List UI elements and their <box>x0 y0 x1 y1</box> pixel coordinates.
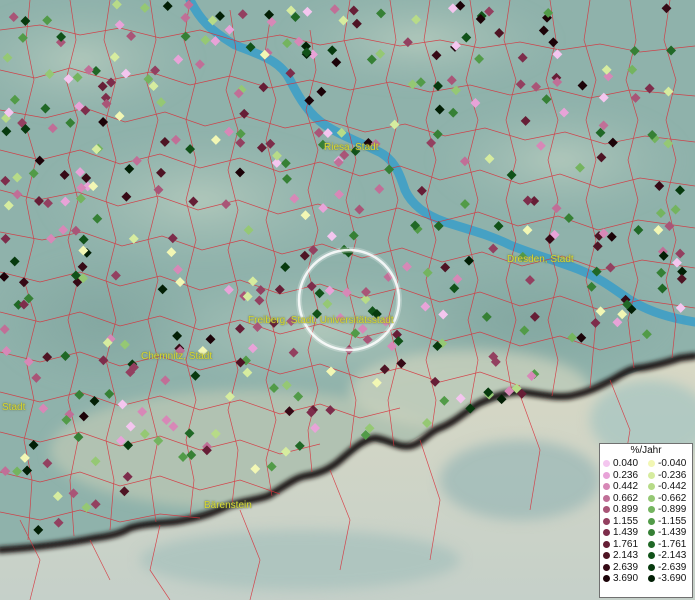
legend-swatch-negative <box>648 506 655 513</box>
legend-swatch-negative <box>648 540 655 548</box>
legend-value-positive: 2.143 <box>613 550 639 561</box>
legend-value-negative: -1.761 <box>658 538 687 550</box>
legend-value-positive: 1.155 <box>613 515 639 527</box>
legend-value-positive: 0.662 <box>613 492 639 504</box>
legend-row: 0.442 -0.442 <box>600 481 694 493</box>
legend-value-positive: 0.040 <box>613 458 639 469</box>
legend-row: 1.761 -1.761 <box>600 539 694 551</box>
legend-swatch-positive <box>603 540 610 548</box>
legend-swatch-positive <box>603 471 610 479</box>
legend-value-negative: -0.662 <box>658 492 687 504</box>
legend-value-negative: -1.155 <box>658 515 687 527</box>
legend-swatch-negative <box>648 575 655 582</box>
legend-swatch-negative <box>648 494 655 502</box>
legend-value-positive: 0.899 <box>613 504 639 515</box>
legend: %/Jahr 0.040 -0.040 0.236 -0.236 0.442 -0.442… <box>599 443 693 598</box>
legend-value-positive: 0.442 <box>613 481 639 492</box>
legend-row: 1.155 -1.155 <box>600 516 694 528</box>
city-label-chemnitz: Chemnitz, Stadt <box>141 351 213 362</box>
legend-unit: %/Jahr <box>630 445 662 456</box>
legend-swatch-positive <box>603 529 610 536</box>
legend-value-negative: -0.040 <box>658 458 687 469</box>
legend-rows: 0.040 -0.040 0.236 -0.236 0.442 -0.442 0.662 -0… <box>600 458 694 585</box>
city-label-freiberg: Freiberg, Stadt, Universitätsstadt <box>248 315 394 326</box>
city-label-riesa: Riesa, Stadt <box>324 142 379 153</box>
legend-row: 0.662 -0.662 <box>600 493 694 505</box>
legend-value-positive: 1.439 <box>613 527 639 538</box>
legend-value-positive: 3.690 <box>613 573 639 584</box>
legend-value-negative: -0.899 <box>658 504 687 515</box>
legend-row: 2.639 -2.639 <box>600 562 694 574</box>
legend-swatch-positive <box>603 506 610 513</box>
legend-swatch-positive <box>603 517 610 525</box>
legend-row: 1.439 -1.439 <box>600 527 694 539</box>
legend-value-negative: -1.439 <box>658 527 687 538</box>
legend-swatch-positive <box>603 483 610 490</box>
city-label-stadt: Stadt <box>2 402 26 413</box>
legend-value-negative: -0.236 <box>658 469 687 481</box>
legend-swatch-negative <box>648 529 655 536</box>
legend-row: 3.690 -3.690 <box>600 573 694 585</box>
legend-swatch-positive <box>603 494 610 502</box>
legend-value-positive: 1.761 <box>613 538 639 550</box>
legend-value-negative: -0.442 <box>658 481 687 492</box>
legend-value-negative: -3.690 <box>658 573 687 584</box>
legend-swatch-positive <box>603 575 610 582</box>
legend-swatch-positive <box>603 563 610 571</box>
legend-value-negative: -2.143 <box>658 550 687 561</box>
legend-swatch-negative <box>648 460 655 467</box>
legend-swatch-negative <box>648 552 655 559</box>
legend-swatch-negative <box>648 483 655 490</box>
legend-row: 2.143 -2.143 <box>600 550 694 562</box>
legend-row: 0.899 -0.899 <box>600 504 694 516</box>
legend-row: 0.236 -0.236 <box>600 470 694 482</box>
legend-row: 0.040 -0.040 <box>600 458 694 470</box>
legend-swatch-negative <box>648 563 655 571</box>
legend-value-positive: 2.639 <box>613 561 639 573</box>
city-label-barenstein: Bärenstein <box>204 500 252 511</box>
legend-value-positive: 0.236 <box>613 469 639 481</box>
legend-swatch-negative <box>648 517 655 525</box>
legend-swatch-positive <box>603 552 610 559</box>
legend-swatch-negative <box>648 471 655 479</box>
legend-value-negative: -2.639 <box>658 561 687 573</box>
city-label-dresden: Dresden, Stadt <box>507 254 574 265</box>
map-canvas[interactable] <box>0 0 695 600</box>
legend-swatch-positive <box>603 460 610 467</box>
